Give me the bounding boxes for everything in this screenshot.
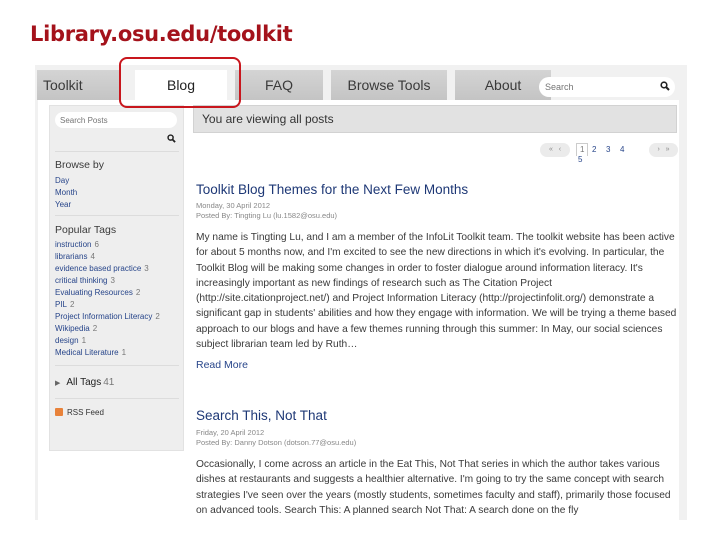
post-title-link[interactable]: Search This, Not That [196, 408, 327, 423]
prev-page-icon[interactable]: ‹ [559, 146, 561, 153]
pager-next-group: › » [649, 143, 678, 157]
divider [55, 365, 179, 366]
tab-blog[interactable]: Blog [135, 70, 227, 100]
divider [55, 398, 179, 399]
site-search-input[interactable] [539, 77, 675, 97]
tag-name: librarians [55, 252, 88, 261]
tag-name: evidence based practice [55, 264, 142, 273]
tag-link[interactable]: PIL 2 [55, 300, 74, 309]
tag-count: 1 [121, 348, 127, 357]
pager-prev-group: « ‹ [540, 143, 570, 157]
tag-link[interactable]: librarians 4 [55, 252, 95, 261]
rss-feed-label: RSS Feed [67, 408, 104, 417]
tab-faq[interactable]: FAQ [235, 70, 323, 100]
viewing-banner: You are viewing all posts [193, 105, 677, 133]
page-3-link[interactable]: 3 [606, 143, 610, 157]
tag-count: 4 [90, 252, 95, 261]
main-nav: Toolkit Home Blog FAQ Browse Tools About [35, 70, 687, 123]
tab-about[interactable]: About [455, 70, 551, 100]
page-2-link[interactable]: 2 [592, 143, 596, 157]
slide-title: Library.osu.edu/toolkit [30, 22, 293, 46]
browse-by-heading: Browse by [55, 159, 105, 171]
tag-count: 3 [144, 264, 149, 273]
page-5-link[interactable]: 5 [578, 153, 582, 167]
tag-name: Project Information Literacy [55, 312, 153, 321]
search-icon[interactable] [167, 134, 176, 143]
browse-year-link[interactable]: Year [55, 200, 71, 209]
tag-link[interactable]: evidence based practice 3 [55, 264, 149, 273]
tag-link[interactable]: critical thinking 3 [55, 276, 115, 285]
rss-feed-link[interactable]: RSS Feed [55, 408, 104, 417]
page-4-link[interactable]: 4 [620, 143, 624, 157]
post-title-link[interactable]: Toolkit Blog Themes for the Next Few Mon… [196, 182, 468, 197]
sidebar: Browse by Day Month Year Popular Tags in… [49, 105, 184, 451]
tab-toolkit-home[interactable]: Toolkit Home [37, 70, 121, 123]
tag-count: 2 [70, 300, 75, 309]
tag-count: 2 [135, 288, 141, 297]
post-excerpt: My name is Tingting Lu, and I am a membe… [196, 232, 677, 351]
post-author: Posted By: Tingting Lu (lu.1582@osu.edu) [196, 211, 338, 220]
tag-count: 2 [92, 324, 98, 333]
first-page-icon[interactable]: « [549, 146, 553, 153]
popular-tags-heading: Popular Tags [55, 224, 117, 236]
post-date: Friday, 20 April 2012 [196, 428, 265, 437]
divider [55, 151, 179, 152]
post-date: Monday, 30 April 2012 [196, 201, 271, 210]
search-posts-input[interactable] [55, 112, 177, 128]
rss-icon [55, 408, 63, 416]
tag-name: Evaluating Resources [55, 288, 133, 297]
tag-name: Wikipedia [55, 324, 90, 333]
post-excerpt: Occasionally, I come across an article i… [196, 459, 671, 516]
last-page-icon[interactable]: » [666, 146, 670, 153]
tag-name: Medical Literature [55, 348, 119, 357]
tag-link[interactable]: design 1 [55, 336, 86, 345]
browse-day-link[interactable]: Day [55, 176, 69, 185]
tag-count: 1 [81, 336, 87, 345]
tag-link[interactable]: Project Information Literacy 2 [55, 312, 160, 321]
tag-link[interactable]: Evaluating Resources 2 [55, 288, 140, 297]
all-tags-toggle[interactable]: ▶ All Tags 41 [55, 377, 114, 388]
divider [55, 215, 179, 216]
next-page-icon[interactable]: › [657, 146, 659, 153]
tag-name: instruction [55, 240, 92, 249]
pagination: « ‹ 1 2 3 4 5 › » [540, 143, 679, 164]
expand-triangle-icon: ▶ [55, 380, 61, 387]
tag-count: 2 [155, 312, 160, 321]
read-more-link[interactable]: Read More [196, 359, 248, 371]
page-content: Browse by Day Month Year Popular Tags in… [38, 100, 679, 520]
tag-name: PIL [55, 300, 68, 309]
post-author: Posted By: Danny Dotson (dotson.77@osu.e… [196, 438, 357, 447]
tag-count: 3 [110, 276, 115, 285]
tag-link[interactable]: Medical Literature 1 [55, 348, 126, 357]
tag-name: design [55, 336, 79, 345]
all-tags-label: All Tags [66, 377, 102, 388]
tag-link[interactable]: instruction 6 [55, 240, 99, 249]
search-icon[interactable] [660, 81, 670, 91]
browse-month-link[interactable]: Month [55, 188, 77, 197]
tag-name: critical thinking [55, 276, 108, 285]
tag-link[interactable]: Wikipedia 2 [55, 324, 97, 333]
tag-count: 6 [94, 240, 99, 249]
browser-screenshot: Toolkit Home Blog FAQ Browse Tools About… [35, 65, 687, 520]
all-tags-count: 41 [103, 377, 115, 388]
tab-browse-tools[interactable]: Browse Tools [331, 70, 447, 100]
